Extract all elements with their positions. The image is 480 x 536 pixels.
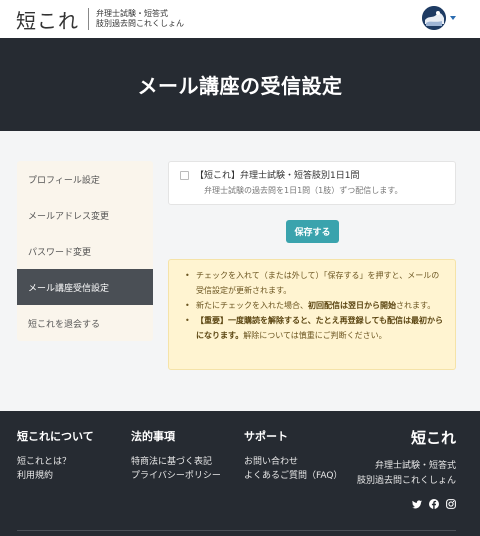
footer-heading-about: 短これについて	[17, 430, 94, 443]
footer-subtitle-line2: 肢別過去問これくしょん	[356, 476, 456, 486]
settings-sidebar: プロフィール設定 メールアドレス変更 パスワード変更 メール講座受信設定 短これ…	[17, 161, 153, 341]
footer-col-about: 短これについて 短これとは？ 利用規約	[17, 428, 94, 483]
logo-divider	[88, 8, 89, 30]
instagram-icon[interactable]	[446, 499, 456, 509]
notice-text-post: されます。	[396, 301, 436, 310]
footer-social-links	[412, 499, 456, 509]
notice-text-first-delivery: 初回配信は翌日から開始	[308, 301, 396, 310]
footer-link-commerce-law[interactable]: 特商法に基づく表記	[131, 455, 221, 469]
footer-link-contact[interactable]: お問い合わせ	[244, 455, 342, 469]
page-hero: メール講座の受信設定	[0, 38, 480, 131]
footer-link-terms[interactable]: 利用規約	[17, 469, 94, 483]
subscription-title[interactable]: 【短これ】弁理士試験・短答肢別1日1問	[195, 168, 359, 181]
footer-link-privacy[interactable]: プライバシーポリシー	[131, 469, 221, 483]
notice-text-update: チェックを入れて（または外して）「保存する」を押すと、メールの受信設定が更新され…	[196, 271, 440, 295]
footer-heading-legal: 法的事項	[131, 430, 175, 443]
footer-col-support: サポート お問い合わせ よくあるご質問（FAQ）	[244, 428, 342, 483]
footer-subtitle-line1: 弁理士試験・短答式	[374, 461, 456, 471]
logo-subtitle-line2: 肢別過去問これくしょん	[96, 19, 184, 28]
footer-link-about[interactable]: 短これとは？	[17, 455, 94, 469]
notice-item: チェックを入れて（または外して）「保存する」を押すと、メールの受信設定が更新され…	[185, 268, 445, 298]
site-footer: 短これについて 短これとは？ 利用規約 法的事項 特商法に基づく表記 プライバシ…	[0, 411, 480, 536]
avatar	[422, 6, 446, 30]
subscription-description: 弁理士試験の過去問を1日1問（1肢）ずつ配信します。	[204, 186, 403, 195]
footer-col-legal: 法的事項 特商法に基づく表記 プライバシーポリシー	[131, 428, 221, 483]
sidebar-item-password-change[interactable]: パスワード変更	[17, 233, 153, 269]
sidebar-item-email-change[interactable]: メールアドレス変更	[17, 197, 153, 233]
logo-subtitle: 弁理士試験・短答式 肢別過去問これくしょん	[96, 9, 184, 29]
notice-text-caution: 解除については慎重にご判断ください。	[243, 331, 387, 340]
notice-item: 【重要】一度購読を解除すると、たとえ再登録しても配信は最初からになります。解除に…	[185, 313, 445, 343]
sidebar-item-unsubscribe[interactable]: 短これを退会する	[17, 305, 153, 341]
notice-box: チェックを入れて（または外して）「保存する」を押すと、メールの受信設定が更新され…	[168, 259, 456, 370]
site-header: 短これ 弁理士試験・短答式 肢別過去問これくしょん	[0, 0, 480, 38]
subscription-option: 【短これ】弁理士試験・短答肢別1日1問 弁理士試験の過去問を1日1問（1肢）ずつ…	[168, 161, 456, 205]
subscription-checkbox[interactable]	[180, 171, 189, 180]
twitter-icon[interactable]	[412, 499, 422, 509]
notice-text-pre: 新たにチェックを入れた場合、	[196, 301, 308, 310]
chevron-down-icon	[450, 16, 456, 20]
logo-subtitle-line1: 弁理士試験・短答式	[96, 9, 168, 18]
page-title: メール講座の受信設定	[137, 74, 343, 98]
user-menu-toggle[interactable]	[422, 6, 456, 30]
footer-logo[interactable]: 短これ	[411, 427, 456, 448]
sidebar-item-profile[interactable]: プロフィール設定	[17, 161, 153, 197]
footer-divider	[17, 530, 456, 531]
save-button[interactable]: 保存する	[286, 220, 339, 243]
footer-heading-support: サポート	[244, 430, 288, 443]
notice-item: 新たにチェックを入れた場合、初回配信は翌日から開始されます。	[185, 298, 445, 313]
sidebar-item-mail-course-settings[interactable]: メール講座受信設定	[17, 269, 153, 305]
site-logo[interactable]: 短これ	[16, 5, 79, 34]
facebook-icon[interactable]	[429, 499, 439, 509]
footer-link-faq[interactable]: よくあるご質問（FAQ）	[244, 469, 342, 483]
